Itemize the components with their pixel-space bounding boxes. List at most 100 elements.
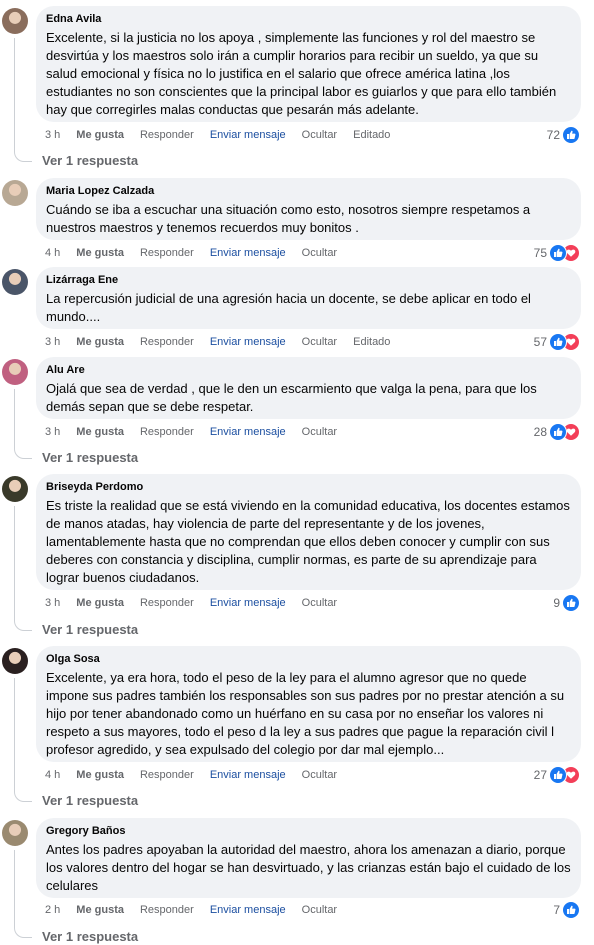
like-button[interactable]: Me gusta (76, 129, 124, 141)
comment-author[interactable]: Maria Lopez Calzada (46, 184, 571, 198)
comment-time[interactable]: 4 h (45, 769, 60, 781)
reaction-count: 75 (533, 246, 547, 260)
thread-connector (14, 850, 32, 938)
reaction-summary[interactable]: 7 (553, 901, 580, 919)
reply-button[interactable]: Responder (140, 247, 194, 259)
thread-connector (14, 389, 32, 459)
reaction-summary[interactable]: 28 (534, 423, 580, 441)
like-icon (562, 901, 580, 919)
reaction-summary[interactable]: 75 (534, 244, 580, 262)
comment-text: Excelente, ya era hora, todo el peso de … (46, 670, 565, 757)
edited-label[interactable]: Editado (353, 129, 390, 141)
comment-author[interactable]: Gregory Baños (46, 824, 571, 838)
comment-text: Es triste la realidad que se está vivien… (46, 498, 570, 585)
comment-bubble: Briseyda Perdomo Es triste la realidad qu… (36, 474, 581, 590)
reaction-count: 9 (553, 596, 560, 610)
comment-text: Cuándo se iba a escuchar una situación c… (46, 202, 531, 235)
avatar[interactable] (2, 269, 28, 295)
comment-actions: 4 h Me gusta Responder Enviar mensaje Oculta… (45, 767, 353, 783)
reaction-count: 28 (533, 425, 547, 439)
send-message-button[interactable]: Enviar mensaje (210, 129, 286, 141)
comment-time[interactable]: 3 h (45, 597, 60, 609)
comment-bubble: Alu Are Ojalá que sea de verdad , que le … (36, 357, 581, 419)
send-message-button[interactable]: Enviar mensaje (210, 336, 286, 348)
comment-author[interactable]: Alu Are (46, 363, 571, 377)
comment-author[interactable]: Edna Avila (46, 12, 571, 26)
view-replies-link[interactable]: Ver 1 respuesta (42, 929, 138, 945)
hide-button[interactable]: Ocultar (302, 769, 337, 781)
hide-button[interactable]: Ocultar (302, 904, 337, 916)
avatar[interactable] (2, 820, 28, 846)
avatar[interactable] (2, 359, 28, 385)
send-message-button[interactable]: Enviar mensaje (210, 247, 286, 259)
view-replies-link[interactable]: Ver 1 respuesta (42, 793, 138, 809)
edited-label[interactable]: Editado (353, 336, 390, 348)
comment-time[interactable]: 2 h (45, 904, 60, 916)
view-replies-link[interactable]: Ver 1 respuesta (42, 622, 138, 638)
avatar[interactable] (2, 8, 28, 34)
avatar[interactable] (2, 180, 28, 206)
thread-connector (14, 38, 32, 162)
send-message-button[interactable]: Enviar mensaje (210, 904, 286, 916)
send-message-button[interactable]: Enviar mensaje (210, 769, 286, 781)
comment-author[interactable]: Lizárraga Ene (46, 273, 571, 287)
send-message-button[interactable]: Enviar mensaje (210, 426, 286, 438)
reaction-count: 7 (553, 903, 560, 917)
like-icon (549, 244, 567, 262)
reaction-count: 27 (533, 768, 547, 782)
comment-actions: 4 h Me gusta Responder Enviar mensaje Oculta… (45, 245, 353, 261)
thread-connector (14, 506, 32, 631)
like-button[interactable]: Me gusta (76, 904, 124, 916)
send-message-button[interactable]: Enviar mensaje (210, 597, 286, 609)
comment-time[interactable]: 3 h (45, 336, 60, 348)
avatar[interactable] (2, 476, 28, 502)
view-replies-link[interactable]: Ver 1 respuesta (42, 450, 138, 466)
like-button[interactable]: Me gusta (76, 769, 124, 781)
reaction-summary[interactable]: 57 (534, 333, 580, 351)
avatar[interactable] (2, 648, 28, 674)
comment-bubble: Olga Sosa Excelente, ya era hora, todo el… (36, 646, 581, 762)
comment-actions: 3 h Me gusta Responder Enviar mensaje Oculta… (45, 595, 353, 611)
comment-text: Antes los padres apoyaban la autoridad d… (46, 842, 571, 893)
comment-text: La repercusión judicial de una agresión … (46, 291, 531, 324)
like-button[interactable]: Me gusta (76, 597, 124, 609)
like-button[interactable]: Me gusta (76, 336, 124, 348)
reaction-summary[interactable]: 72 (547, 126, 580, 144)
comment-time[interactable]: 4 h (45, 247, 60, 259)
reply-button[interactable]: Responder (140, 904, 194, 916)
comment-actions: 3 h Me gusta Responder Enviar mensaje Oculta… (45, 334, 406, 350)
comment-author[interactable]: Olga Sosa (46, 652, 571, 666)
comment-bubble: Maria Lopez Calzada Cuándo se iba a escuc… (36, 178, 581, 240)
like-icon (562, 126, 580, 144)
comment-author[interactable]: Briseyda Perdomo (46, 480, 571, 494)
comment-text: Ojalá que sea de verdad , que le den un … (46, 381, 537, 414)
comment-time[interactable]: 3 h (45, 426, 60, 438)
like-button[interactable]: Me gusta (76, 247, 124, 259)
hide-button[interactable]: Ocultar (302, 129, 337, 141)
hide-button[interactable]: Ocultar (302, 247, 337, 259)
hide-button[interactable]: Ocultar (302, 336, 337, 348)
comment-time[interactable]: 3 h (45, 129, 60, 141)
reaction-count: 57 (533, 335, 547, 349)
hide-button[interactable]: Ocultar (302, 426, 337, 438)
reply-button[interactable]: Responder (140, 769, 194, 781)
reaction-summary[interactable]: 27 (534, 766, 580, 784)
hide-button[interactable]: Ocultar (302, 597, 337, 609)
like-icon (549, 423, 567, 441)
comment-bubble: Lizárraga Ene La repercusión judicial de … (36, 267, 581, 329)
comment-text: Excelente, si la justicia no los apoya ,… (46, 30, 557, 117)
comment-actions: 3 h Me gusta Responder Enviar mensaje Oculta… (45, 127, 406, 143)
reply-button[interactable]: Responder (140, 129, 194, 141)
like-icon (549, 766, 567, 784)
comment-actions: 3 h Me gusta Responder Enviar mensaje Oculta… (45, 424, 353, 440)
reply-button[interactable]: Responder (140, 426, 194, 438)
view-replies-link[interactable]: Ver 1 respuesta (42, 153, 138, 169)
comment-actions: 2 h Me gusta Responder Enviar mensaje Oculta… (45, 902, 353, 918)
reply-button[interactable]: Responder (140, 597, 194, 609)
like-icon (562, 594, 580, 612)
like-icon (549, 333, 567, 351)
thread-connector (14, 678, 32, 802)
reply-button[interactable]: Responder (140, 336, 194, 348)
like-button[interactable]: Me gusta (76, 426, 124, 438)
reaction-summary[interactable]: 9 (553, 594, 580, 612)
